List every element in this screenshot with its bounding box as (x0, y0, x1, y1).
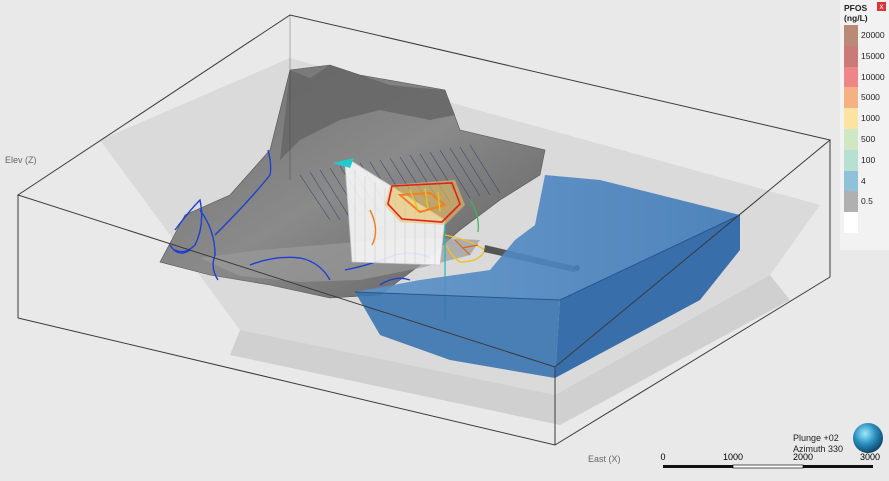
legend-swatch (844, 87, 858, 109)
east-axis-label: East (X) (588, 454, 621, 464)
elev-axis-label: Elev (Z) (5, 155, 37, 165)
legend-value-label: 1000 (861, 113, 880, 124)
scale-tick-label: 1000 (723, 452, 743, 462)
legend-value-label: 10000 (861, 71, 885, 82)
legend-swatches (844, 25, 858, 233)
legend-title-line1: PFOS (844, 3, 868, 13)
legend-swatch (844, 25, 858, 46)
legend-value-label: 5000 (861, 92, 880, 103)
legend-swatch (844, 128, 858, 150)
plunge-readout: Plunge +02 (793, 433, 839, 443)
legend-value-label: 100 (861, 154, 876, 165)
legend-value-label: 500 (861, 134, 876, 144)
legend-swatch (844, 45, 858, 67)
legend-title-line2: (ng/L) (844, 13, 868, 23)
scale-tick-label: 0 (660, 452, 665, 462)
pfos-legend[interactable]: PFOS (ng/L) x 20000 15000 10000 5000 1000 500… (840, 0, 889, 250)
legend-swatch (844, 191, 858, 213)
3d-viewport[interactable] (0, 0, 889, 481)
scale-bar-segment (803, 465, 873, 468)
legend-value-label: 4 (861, 175, 866, 186)
scale-bar-segment (663, 465, 733, 468)
legend-close-button[interactable]: x (877, 2, 886, 11)
scale-bar-segment (732, 464, 804, 469)
scale-tick-label: 3000 (860, 452, 880, 462)
legend-value-label: 20000 (861, 30, 885, 40)
legend-title: PFOS (ng/L) (844, 3, 868, 23)
globe-icon[interactable] (853, 423, 883, 453)
legend-swatch (844, 108, 858, 129)
orientation-readout: Plunge +02 Azimuth 330 (793, 433, 843, 455)
legend-swatch (844, 66, 858, 88)
legend-swatch (844, 170, 858, 192)
azimuth-readout: Azimuth 330 (793, 444, 844, 454)
scale-bar: 0 1000 2000 3000 (660, 452, 880, 469)
legend-value-label: 0.5 (861, 196, 873, 207)
legend-swatch (844, 149, 858, 171)
legend-swatch (844, 212, 858, 233)
legend-value-label: 15000 (861, 50, 885, 61)
